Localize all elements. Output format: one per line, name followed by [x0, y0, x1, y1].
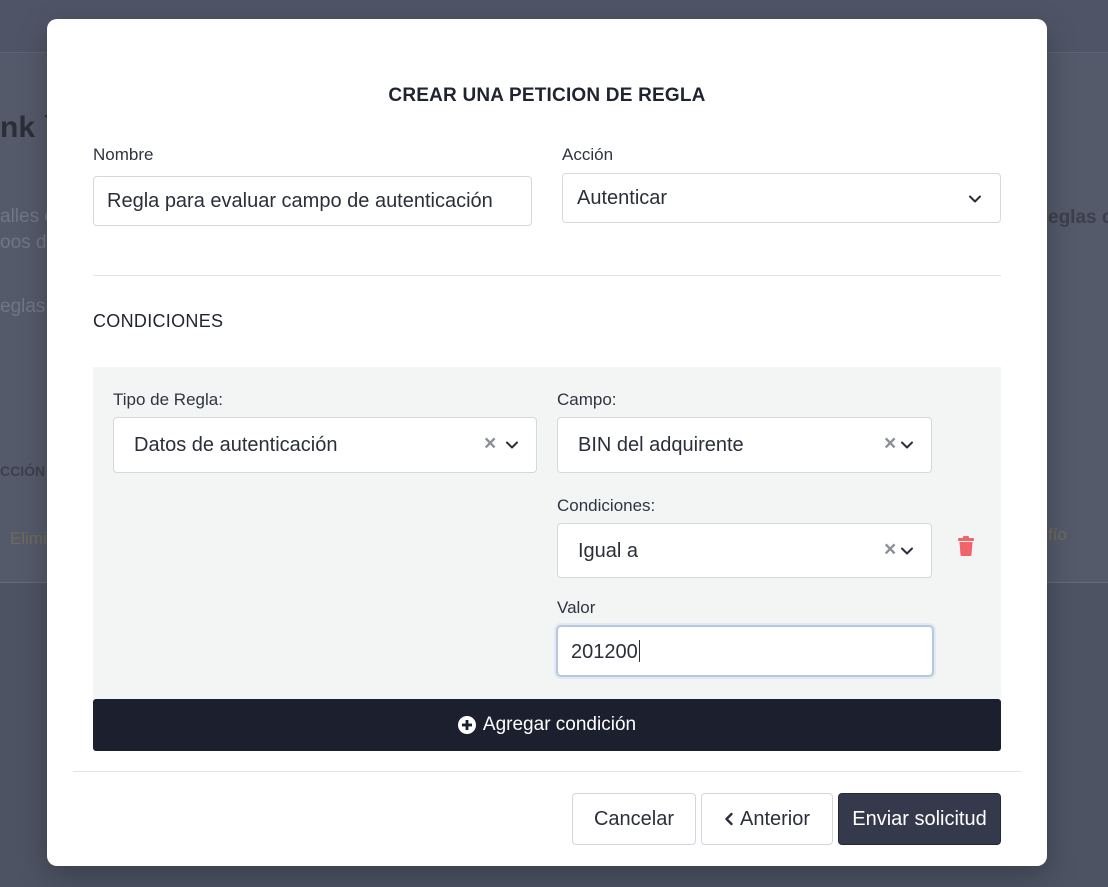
valor-input-text: 201200 — [571, 641, 638, 663]
conditions-title: CONDICIONES — [93, 311, 224, 331]
chevron-down-icon — [506, 441, 518, 449]
accion-label: Acción — [562, 145, 614, 164]
clear-icon[interactable]: × — [884, 538, 896, 562]
chevron-down-icon — [901, 547, 913, 555]
valor-input[interactable]: 201200 — [556, 625, 934, 677]
chevron-down-icon — [901, 441, 913, 449]
tipo-regla-label: Tipo de Regla: — [113, 390, 223, 409]
background-heading: nk ` — [0, 111, 54, 144]
condiciones-label: Condiciones: — [557, 496, 656, 515]
condiciones-select[interactable]: Igual a × — [557, 523, 932, 578]
chevron-down-icon — [969, 195, 981, 203]
background-text: eglas — [0, 296, 46, 317]
background-text: alles c — [0, 206, 54, 227]
trash-icon[interactable] — [957, 536, 975, 556]
previous-button[interactable]: Anterior — [701, 793, 833, 845]
plus-circle-icon — [457, 716, 476, 734]
footer-divider — [73, 771, 1021, 772]
background-text: oos d — [0, 232, 47, 253]
campo-select[interactable]: BIN del adquirente × — [557, 417, 932, 473]
accion-select-value: Autenticar — [577, 187, 668, 209]
create-rule-modal: CREAR UNA PETICION DE REGLA Nombre Acció… — [47, 19, 1047, 866]
modal-title: CREAR UNA PETICION DE REGLA — [388, 85, 706, 106]
section-divider — [93, 275, 1001, 276]
text-caret — [638, 640, 640, 662]
chevron-left-icon — [725, 812, 733, 826]
condiciones-value: Igual a — [578, 540, 639, 562]
valor-label: Valor — [557, 598, 596, 617]
submit-label: Enviar solicitud — [852, 807, 987, 830]
nombre-input[interactable] — [93, 176, 532, 226]
tipo-regla-value: Datos de autenticación — [134, 434, 338, 456]
tipo-regla-select[interactable]: Datos de autenticación × — [113, 417, 537, 473]
nombre-label: Nombre — [93, 145, 154, 164]
background-delete-link: Elimi — [10, 529, 47, 548]
accion-select[interactable]: Autenticar — [562, 173, 1001, 223]
campo-value: BIN del adquirente — [578, 434, 744, 456]
cancel-label: Cancelar — [593, 807, 675, 830]
previous-label: Anterior — [739, 807, 811, 830]
submit-button[interactable]: Enviar solicitud — [838, 793, 1001, 845]
cancel-button[interactable]: Cancelar — [572, 793, 696, 845]
background-right-link: fío — [1048, 525, 1067, 544]
clear-icon[interactable]: × — [884, 432, 896, 456]
add-condition-button[interactable]: Agregar condición — [93, 699, 1001, 751]
background-right-text: eglas c — [1048, 207, 1108, 228]
background-table-header: CCIÓN — [0, 463, 46, 479]
campo-label: Campo: — [557, 390, 617, 409]
clear-icon[interactable]: × — [484, 432, 496, 456]
add-condition-label: Agregar condición — [482, 714, 637, 735]
